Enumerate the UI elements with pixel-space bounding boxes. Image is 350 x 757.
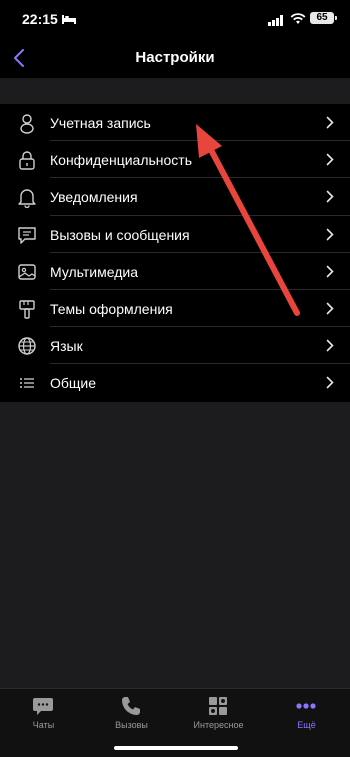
more-dots-icon	[295, 695, 317, 717]
chevron-right-icon	[326, 265, 334, 283]
chevron-right-icon	[326, 339, 334, 357]
bed-icon	[62, 12, 76, 30]
chevron-right-icon	[326, 228, 334, 246]
home-indicator	[114, 746, 238, 750]
settings-item-label: Конфиденциальность	[50, 152, 193, 169]
cellular-signal-icon	[268, 13, 284, 31]
tab-label: Ещё	[297, 720, 316, 730]
chat-bubble-icon	[16, 224, 38, 246]
settings-item-label: Уведомления	[50, 189, 138, 206]
page-title: Настройки	[135, 49, 215, 66]
image-icon	[16, 261, 38, 283]
lock-icon	[16, 149, 38, 171]
settings-item-themes[interactable]: Темы оформления	[0, 290, 350, 328]
settings-list: Учетная запись Конфиденциальность Уведом…	[0, 104, 350, 402]
tab-explore[interactable]: Интересное	[175, 693, 262, 733]
empty-content-area	[0, 402, 350, 688]
chevron-right-icon	[326, 376, 334, 394]
section-spacer	[0, 78, 350, 104]
paintbrush-icon	[16, 298, 38, 320]
settings-item-label: Вызовы и сообщения	[50, 226, 190, 243]
explore-icon	[207, 695, 229, 717]
chevron-right-icon	[326, 116, 334, 134]
settings-item-privacy[interactable]: Конфиденциальность	[0, 141, 350, 179]
status-time: 22:15	[22, 11, 58, 27]
chat-icon	[32, 695, 54, 717]
battery-icon: 65	[310, 12, 337, 24]
tab-chats[interactable]: Чаты	[0, 693, 87, 733]
bell-icon	[16, 186, 38, 209]
settings-item-label: Язык	[50, 338, 83, 355]
chevron-right-icon	[326, 153, 334, 171]
settings-item-label: Общие	[50, 375, 97, 392]
settings-item-label: Темы оформления	[50, 300, 173, 317]
tab-calls[interactable]: Вызовы	[88, 693, 175, 733]
wifi-icon	[290, 12, 306, 30]
status-bar: 22:15 65	[0, 0, 350, 38]
person-icon	[16, 112, 38, 134]
tab-label: Интересное	[193, 720, 244, 730]
list-icon	[16, 372, 38, 394]
settings-item-calls-messages[interactable]: Вызовы и сообщения	[0, 216, 350, 253]
tab-more[interactable]: Ещё	[263, 693, 350, 733]
settings-item-notifications[interactable]: Уведомления	[0, 178, 350, 216]
settings-item-label: Учетная запись	[50, 115, 151, 131]
settings-item-general[interactable]: Общие	[0, 364, 350, 401]
tab-label: Чаты	[32, 720, 55, 730]
settings-item-language[interactable]: Язык	[0, 327, 350, 365]
globe-icon	[16, 335, 38, 357]
phone-icon	[120, 695, 142, 717]
tab-label: Вызовы	[115, 720, 148, 730]
navigation-bar: Настройки	[0, 38, 350, 78]
settings-item-account[interactable]: Учетная запись	[0, 104, 350, 142]
settings-item-multimedia[interactable]: Мультимедиа	[0, 253, 350, 290]
chevron-right-icon	[326, 190, 334, 208]
settings-item-label: Мультимедиа	[50, 263, 138, 280]
chevron-right-icon	[326, 302, 334, 320]
